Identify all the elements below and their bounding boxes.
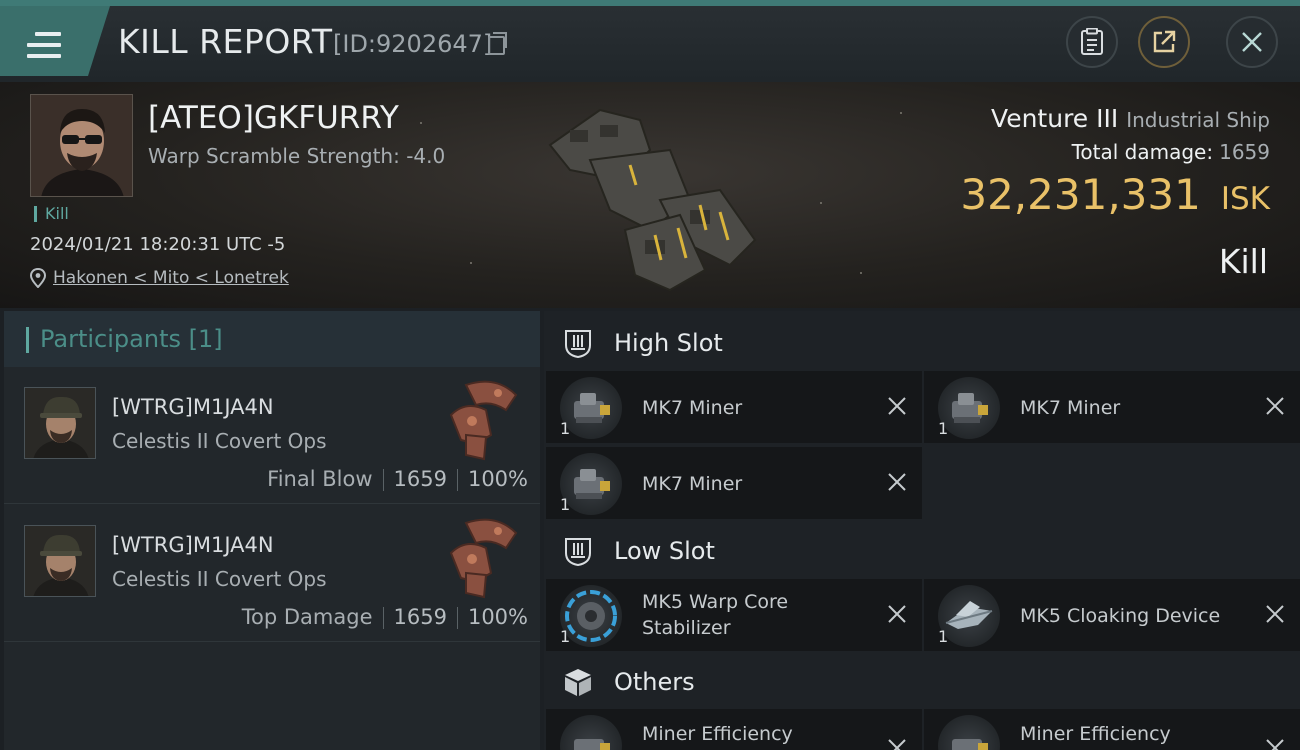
participant-ship: Celestis II Covert Ops xyxy=(112,567,327,591)
module-name: MK5 Cloaking Device xyxy=(1020,605,1221,627)
module-item[interactable]: 1 MK7 Miner xyxy=(546,371,922,443)
high-slot-header: High Slot xyxy=(544,313,1300,373)
total-damage-value: 1659 xyxy=(1219,140,1270,164)
kill-summary: [ATEO]GKFURRY Warp Scramble Strength: -4… xyxy=(0,82,1300,308)
low-slot-header: Low Slot xyxy=(544,521,1300,581)
participant-name[interactable]: [WTRG]M1JA4N xyxy=(112,533,274,557)
module-name: MK7 Miner xyxy=(642,397,743,419)
participants-panel: Participants [1] [WTRG]M1JA4N Celestis I… xyxy=(4,311,540,750)
destroyed-x-icon xyxy=(888,473,906,491)
participant-ship: Celestis II Covert Ops xyxy=(112,429,327,453)
destroyed-x-icon xyxy=(1266,739,1284,750)
warp-scramble-strength: Warp Scramble Strength: -4.0 xyxy=(148,144,446,168)
destroyed-x-icon xyxy=(1266,397,1284,415)
module-name: Miner Efficiency xyxy=(1020,723,1171,745)
destroyed-x-icon xyxy=(888,739,906,750)
module-item[interactable]: Miner Efficiency xyxy=(546,709,922,750)
module-item[interactable]: Miner Efficiency xyxy=(924,709,1300,750)
destroyed-x-icon xyxy=(888,397,906,415)
total-damage-label: Total damage: xyxy=(1071,140,1214,164)
fittings-panel: High Slot 1 MK7 Miner 1 MK7 Miner 1 MK7 … xyxy=(544,311,1300,750)
close-icon xyxy=(1242,32,1262,52)
participant-portrait[interactable] xyxy=(24,525,96,597)
participant-name[interactable]: [WTRG]M1JA4N xyxy=(112,395,274,419)
share-icon xyxy=(1153,30,1176,53)
module-item[interactable]: 1 MK7 Miner xyxy=(546,447,922,519)
module-name: MK7 Miner xyxy=(642,473,743,495)
participant-role: Final Blow xyxy=(267,467,373,491)
clipboard-icon xyxy=(1081,28,1103,55)
total-damage: Total damage: 1659 xyxy=(1072,140,1270,164)
top-bar: KILL REPORT [ID:9202647] xyxy=(0,0,1300,82)
victim-ship-image[interactable] xyxy=(530,90,770,300)
victim-name[interactable]: [ATEO]GKFURRY xyxy=(148,100,399,136)
menu-button[interactable] xyxy=(0,6,110,76)
module-qty: 1 xyxy=(938,627,949,646)
isk-value: 32,231,331 ISK xyxy=(960,170,1270,219)
others-label: Others xyxy=(614,668,695,696)
victim-ship: Venture III Industrial Ship xyxy=(991,104,1270,133)
high-slot-label: High Slot xyxy=(614,329,723,357)
report-id: [ID:9202647] xyxy=(333,30,493,58)
participant-stats: Top Damage 1659 100% xyxy=(242,605,528,629)
location-pin-icon xyxy=(30,268,46,288)
module-qty: 1 xyxy=(938,419,949,438)
isk-unit: ISK xyxy=(1220,181,1270,217)
close-button[interactable] xyxy=(1226,16,1278,68)
participant-row[interactable]: [WTRG]M1JA4N Celestis II Covert Ops Fina… xyxy=(4,369,540,504)
participant-stats: Final Blow 1659 100% xyxy=(267,467,528,491)
participants-header: Participants [1] xyxy=(4,311,540,367)
participant-percent: 100% xyxy=(467,467,528,491)
header-accent-bar xyxy=(26,327,29,353)
kill-datetime: 2024/01/21 18:20:31 UTC -5 xyxy=(30,234,286,255)
module-name: Miner Efficiency xyxy=(642,723,793,745)
module-qty: 1 xyxy=(560,419,571,438)
low-slot-label: Low Slot xyxy=(614,537,715,565)
share-button[interactable] xyxy=(1138,16,1190,68)
kill-result: Kill xyxy=(1218,242,1268,281)
participant-ship-image[interactable] xyxy=(436,513,526,599)
destroyed-x-icon xyxy=(888,605,906,623)
victim-portrait[interactable] xyxy=(30,94,133,197)
destroyed-x-icon xyxy=(1266,605,1284,623)
high-slot-icon xyxy=(565,330,591,359)
module-name: MK7 Miner xyxy=(1020,397,1121,419)
module-image xyxy=(560,715,622,750)
participants-title: Participants [1] xyxy=(40,325,223,353)
module-qty: 1 xyxy=(560,495,571,514)
low-slot-icon xyxy=(565,538,591,567)
participant-row[interactable]: [WTRG]M1JA4N Celestis II Covert Ops Top … xyxy=(4,507,540,642)
participant-role: Top Damage xyxy=(241,605,373,629)
copy-icon[interactable] xyxy=(488,32,507,55)
clipboard-button[interactable] xyxy=(1066,16,1118,68)
participant-damage: 1659 xyxy=(393,467,447,491)
participant-ship-image[interactable] xyxy=(436,375,526,461)
module-item[interactable]: 1 MK5 Warp Core Stabilizer xyxy=(546,579,922,651)
ship-name[interactable]: Venture III xyxy=(991,104,1118,133)
ship-class: Industrial Ship xyxy=(1126,108,1270,132)
participant-percent: 100% xyxy=(467,605,528,629)
others-header: Others xyxy=(544,652,1300,712)
page-title: KILL REPORT xyxy=(118,22,333,61)
isk-amount: 32,231,331 xyxy=(960,170,1201,219)
hamburger-menu-icon[interactable] xyxy=(27,32,61,60)
location-link[interactable]: Hakonen < Mito < Lonetrek xyxy=(53,268,289,288)
kill-tag: Kill xyxy=(34,206,69,222)
accent-line xyxy=(0,0,1300,6)
module-name: MK5 Warp Core Stabilizer xyxy=(642,591,789,639)
module-item[interactable]: 1 MK7 Miner xyxy=(924,371,1300,443)
module-image xyxy=(938,715,1000,750)
participant-portrait[interactable] xyxy=(24,387,96,459)
cube-icon xyxy=(565,669,591,696)
participant-damage: 1659 xyxy=(393,605,447,629)
module-item[interactable]: 1 MK5 Cloaking Device xyxy=(924,579,1300,651)
module-qty: 1 xyxy=(560,627,571,646)
